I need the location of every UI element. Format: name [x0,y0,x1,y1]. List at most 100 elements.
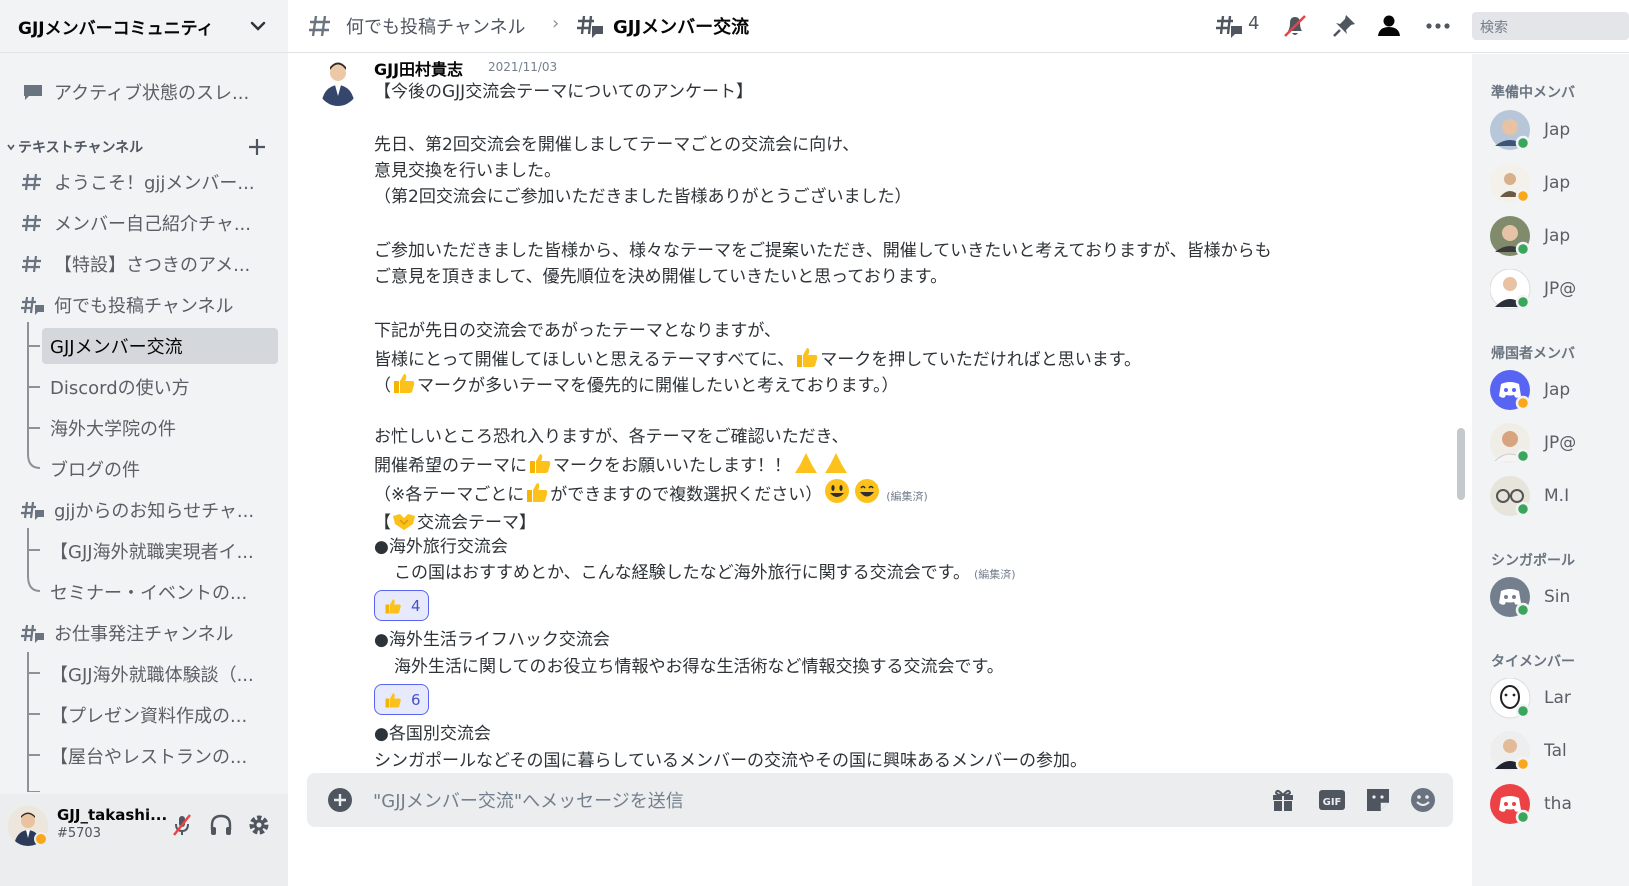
search-input[interactable]: 検索 [1472,12,1629,40]
gear-icon[interactable] [246,812,272,838]
add-attachment-icon[interactable] [325,785,355,815]
thread-item-blog[interactable]: ブログの件 [42,451,278,487]
pin-icon[interactable] [1330,12,1358,40]
sidebar-item-label: 何でも投稿チャンネル [54,296,234,317]
thread-item-job-stories[interactable]: 【GJJ海外就職体験談（... [42,656,278,692]
avatar[interactable] [1490,110,1531,151]
thread-item-discord-howto[interactable]: Discordの使い方 [42,369,278,405]
notification-muted-icon[interactable] [1281,12,1309,40]
emoji-picker-icon[interactable] [1408,785,1438,815]
avatar[interactable] [1490,784,1531,825]
member-avatar-image [1490,163,1531,204]
sidebar-item-label: ようこそ！gjjメンバー... [54,173,255,194]
mute-mic-icon[interactable] [169,812,195,838]
reaction-thumbs-up[interactable]: 6 [374,684,429,715]
category-chevron-icon [7,144,15,151]
member-avatar-image [1490,216,1531,257]
message-line: 【 交流会テーマ】 [374,508,536,535]
gift-icon[interactable] [1268,785,1298,815]
channel-sidebar: GJJメンバーコミュニティ アクティブ状態のスレ... テキストチャンネル よう… [0,0,288,886]
member-name[interactable]: Jap [1544,120,1570,140]
top-bar: 何でも投稿チャンネル › GJJメンバー交流 4 検索 [288,0,1629,53]
sidebar-item-label: お仕事発注チャンネル [54,624,234,645]
breadcrumb-separator: › [552,13,560,34]
message-line: 開催希望のテーマに マークをお願いいたします！！ [374,451,851,478]
add-channel-icon[interactable] [246,136,268,158]
breadcrumb-parent-channel[interactable]: 何でも投稿チャンネル [346,13,525,39]
avatar[interactable] [1489,268,1531,310]
thread-item-gjj-member-exchange[interactable]: GJJメンバー交流 [42,328,278,364]
member-name[interactable]: Jap [1544,226,1570,246]
member-name[interactable]: tha [1544,794,1572,814]
message-text: マークをお願いいたします！！ [553,456,791,476]
thread-item-restaurant[interactable]: 【屋台やレストランの... [42,738,278,774]
reaction-count: 6 [411,690,421,709]
member-list-icon[interactable] [1375,12,1403,40]
avatar[interactable] [1490,577,1531,618]
member-avatar-image [1489,677,1531,719]
thread-item-overseas-job[interactable]: 【GJJ海外就職実現者イ... [42,533,278,569]
member-name[interactable]: Sin [1544,587,1570,607]
sidebar-item-special[interactable]: 【特設】さつきのアメ... [10,246,278,282]
thread-item-grad-school[interactable]: 海外大学院の件 [42,410,278,446]
member-group-header: 帰国者メンバ [1491,346,1575,362]
avatar[interactable] [1490,476,1531,517]
svg-text:GIF: GIF [1323,797,1342,808]
thread-item-label: ブログの件 [50,460,140,481]
avatar[interactable] [1489,677,1531,719]
grinning-emoji-icon [855,479,880,503]
sidebar-item-job-orders[interactable]: お仕事発注チャンネル [10,615,278,651]
member-name[interactable]: M.I [1544,486,1569,506]
avatar[interactable] [1490,370,1531,411]
member-name[interactable]: Lar [1544,688,1571,708]
sidebar-item-anything[interactable]: 何でも投稿チャンネル [10,287,278,323]
member-name[interactable]: Tal [1544,741,1567,761]
thumbs-up-emoji-icon [385,598,401,613]
message-line: 意見交換を行いました。 [374,161,561,181]
message-line: ●海外生活ライフハック交流会 [374,630,610,650]
threads-icon[interactable] [1215,12,1243,40]
avatar[interactable] [1490,163,1531,204]
thread-icon [577,15,603,38]
member-avatar-image [1490,784,1531,825]
thread-item-seminar[interactable]: セミナー・イベントの... [42,574,278,610]
category-text-channels[interactable]: テキストチャンネル [6,136,276,158]
gif-icon[interactable]: GIF [1317,785,1347,815]
thumbs-up-emoji-icon [394,374,415,393]
member-avatar-image [1489,268,1531,310]
member-avatar-image [1490,423,1531,464]
active-threads-link[interactable]: アクティブ状態のスレ... [10,74,278,110]
avatar[interactable] [1490,216,1531,257]
sticker-icon[interactable] [1363,785,1393,815]
sidebar-item-announcements[interactable]: gjjからのお知らせチャ... [10,492,278,528]
folded-hands-emoji-icon [795,453,817,473]
sidebar-item-welcome[interactable]: ようこそ！gjjメンバー... [10,164,278,200]
message-author[interactable]: GJJ田村貴志 [374,56,463,80]
headphones-icon[interactable] [208,812,234,838]
sidebar-item-label: gjjからのお知らせチャ... [54,501,255,522]
hash-icon [309,15,330,37]
member-name[interactable]: Jap [1544,380,1570,400]
member-avatar-image [1490,577,1531,618]
thread-item-label: 【GJJ海外就職体験談（... [50,665,254,686]
avatar[interactable] [1490,731,1531,772]
reaction-thumbs-up[interactable]: 4 [374,590,429,621]
message-input[interactable]: "GJJメンバー交流"へメッセージを送信 [373,787,684,813]
thumbs-up-emoji-icon [385,692,401,707]
member-group-header: タイメンバー [1491,654,1575,670]
thread-item-presentation[interactable]: 【プレゼン資料作成の... [42,697,278,733]
more-options-icon[interactable] [1424,12,1452,40]
member-name[interactable]: Jap [1544,173,1570,193]
message-line: 皆様にとって開催してほしいと思えるテーマすべてに、 マークを押していただければと思… [374,345,1141,372]
server-header[interactable]: GJJメンバーコミュニティ [0,0,288,53]
message-text: （ [374,376,391,396]
thread-channel-icon [21,624,44,643]
member-name[interactable]: JP@ [1544,279,1576,299]
member-name[interactable]: JP@ [1544,433,1576,453]
chevron-down-icon[interactable] [248,16,268,36]
sidebar-item-self-intro[interactable]: メンバー自己紹介チャ... [10,205,278,241]
avatar[interactable] [316,56,360,106]
avatar[interactable] [1490,423,1531,464]
message-scrollbar[interactable] [1457,428,1465,500]
handshake-emoji-icon [393,514,415,530]
